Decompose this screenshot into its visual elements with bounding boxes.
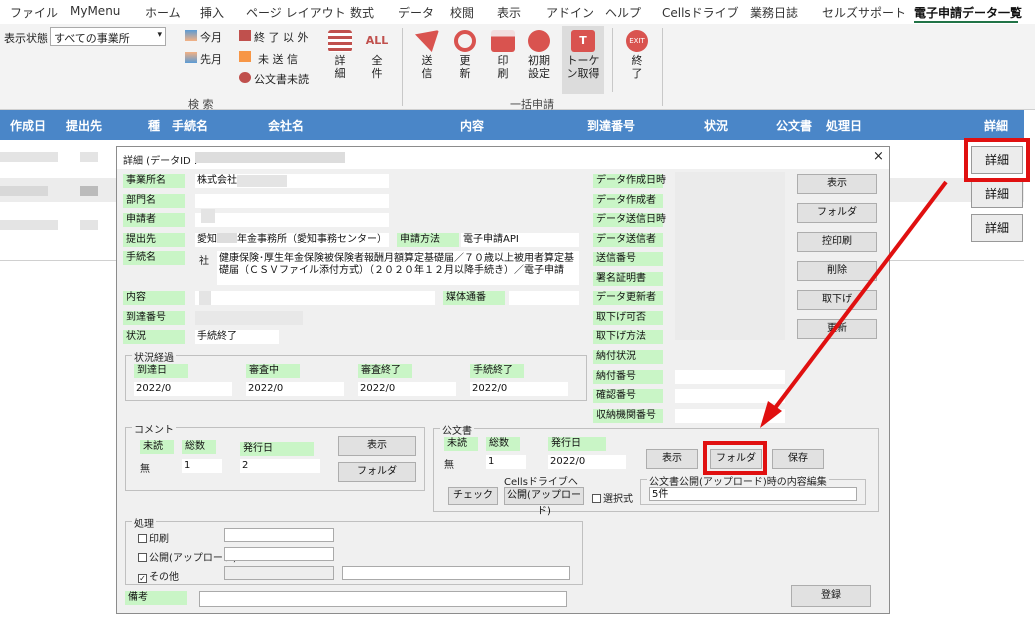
arrow-line: [770, 180, 948, 414]
annotation-arrow: [760, 180, 948, 428]
